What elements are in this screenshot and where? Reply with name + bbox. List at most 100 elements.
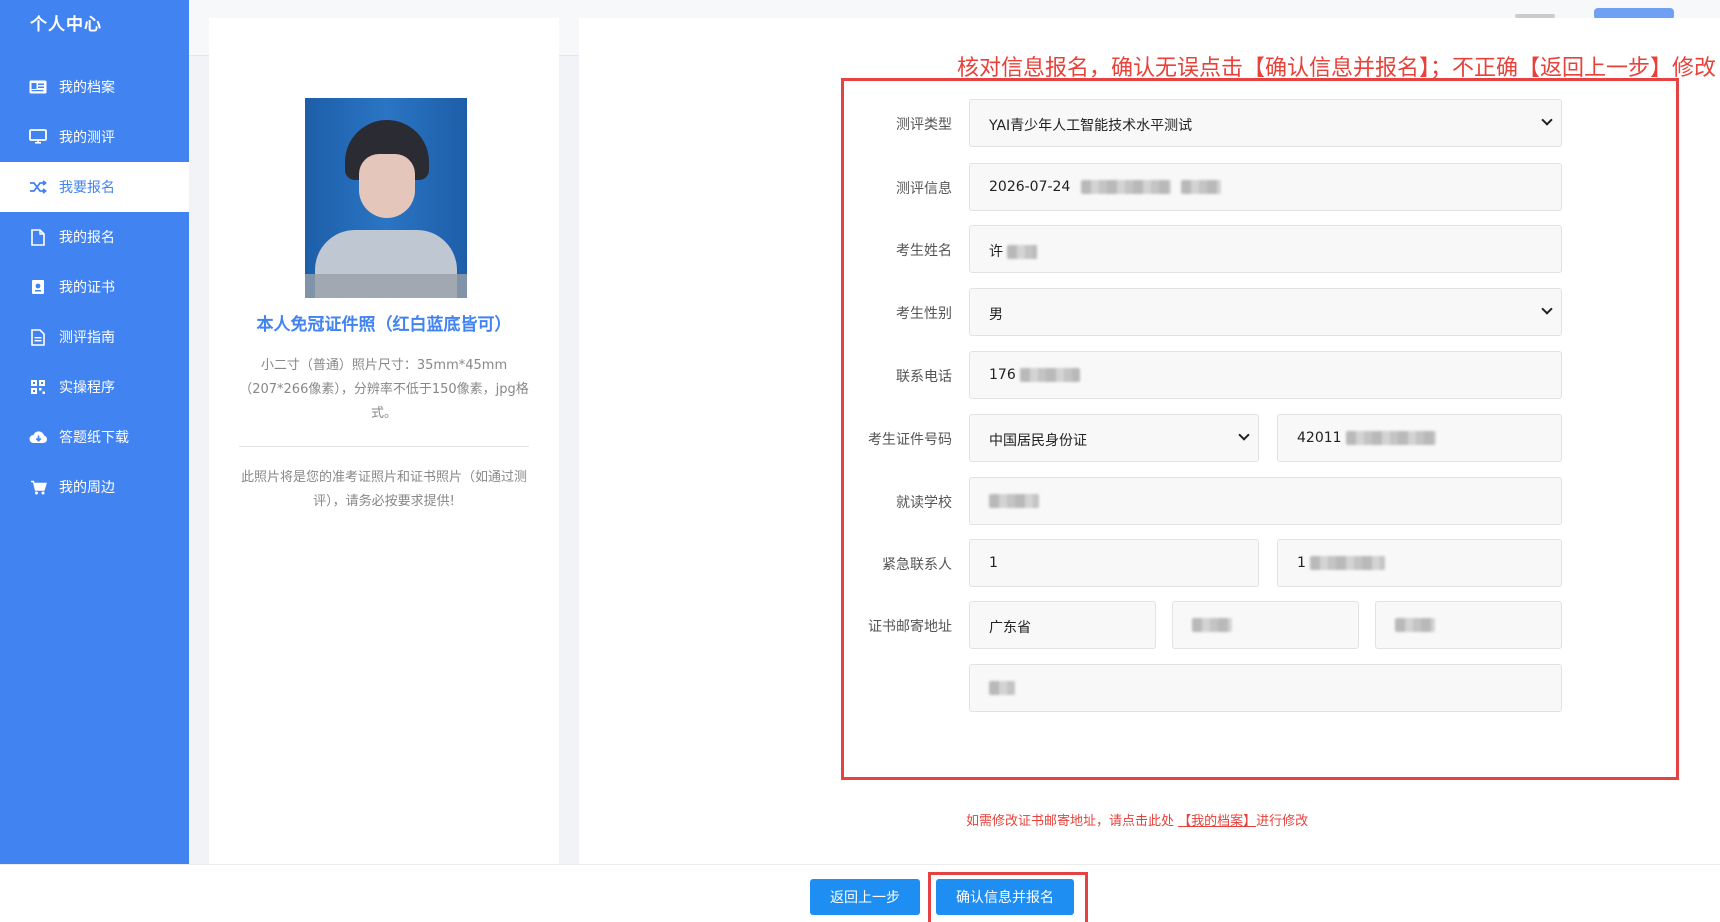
field-label: 就读学校: [896, 495, 952, 511]
field-label: 测评类型: [896, 117, 952, 133]
redacted-text: [1395, 618, 1435, 632]
field-label: 测评信息: [896, 181, 952, 197]
redacted-text: [1020, 368, 1081, 382]
sidebar-item-label: 实操程序: [59, 380, 115, 396]
emergency-name-value: 1: [989, 555, 998, 571]
form-row-assessment-info: 测评信息 2026-07-24: [844, 163, 1676, 211]
sidebar-item-label: 我的证书: [59, 280, 115, 296]
form-row-school: 就读学校: [844, 477, 1676, 525]
sidebar-item-my-certificate[interactable]: 我的证书: [0, 262, 189, 312]
sidebar-item-practice-program[interactable]: 实操程序: [0, 362, 189, 412]
address-detail-field[interactable]: [969, 664, 1562, 712]
cloud-download-icon: [28, 427, 48, 447]
redacted-text: [989, 494, 1039, 508]
photo-title: 本人免冠证件照（红白蓝底皆可）: [256, 315, 512, 335]
redacted-text: [1007, 245, 1038, 259]
hint-prefix: 如需修改证书邮寄地址，请点击此处: [966, 814, 1179, 829]
province-value: 广东省: [989, 620, 1031, 636]
sidebar-item-answer-sheet-download[interactable]: 答题纸下载: [0, 412, 189, 462]
field-label: 联系电话: [896, 369, 952, 385]
form-row-address-detail: [844, 664, 1676, 712]
sidebar-item-my-assessment[interactable]: 我的测评: [0, 112, 189, 162]
form-row-address: 证书邮寄地址 广东省: [844, 601, 1676, 649]
photo-bottom: [305, 274, 467, 298]
redacted-text: [1192, 618, 1232, 632]
district-field[interactable]: [1375, 601, 1562, 649]
chevron-down-icon: [1238, 429, 1250, 441]
photo-description: 小二寸（普通）照片尺寸：35mm*45mm（207*266像素），分辨率不低于1…: [239, 358, 529, 421]
sidebar-item-label: 我要报名: [59, 180, 115, 196]
sidebar-item-label: 我的测评: [59, 130, 115, 146]
form-row-gender: 考生性别 男: [844, 288, 1676, 336]
sidebar-item-label: 答题纸下载: [59, 430, 129, 446]
sidebar-item-label: 我的周边: [59, 480, 115, 496]
assessment-info-value: 2026-07-24: [989, 179, 1071, 195]
photo-face: [359, 154, 415, 218]
grid-icon: [28, 377, 48, 397]
address-edit-hint: 如需修改证书邮寄地址，请点击此处 【我的档案】进行修改: [966, 810, 1308, 829]
assessment-type-select[interactable]: YAI青少年人工智能技术水平测试: [969, 99, 1562, 147]
gender-value: 男: [989, 307, 1003, 323]
shuffle-icon: [28, 177, 48, 197]
field-label: 证书邮寄地址: [868, 619, 952, 635]
my-profile-link[interactable]: 【我的档案】: [1178, 814, 1256, 829]
certificate-icon: [28, 277, 48, 297]
emergency-contact-phone-field[interactable]: 1: [1277, 539, 1562, 587]
guide-icon: [28, 327, 48, 347]
cart-icon: [28, 477, 48, 497]
name-value: 许: [989, 244, 1003, 260]
assessment-type-value: YAI青少年人工智能技术水平测试: [989, 118, 1193, 134]
sidebar-item-label: 我的报名: [59, 230, 115, 246]
divider: [239, 446, 529, 447]
form-row-phone: 联系电话 176: [844, 351, 1676, 399]
sidebar-item-guide[interactable]: 测评指南: [0, 312, 189, 362]
id-number-field[interactable]: 42011: [1277, 414, 1562, 462]
assessment-info-field[interactable]: 2026-07-24: [969, 163, 1562, 211]
chevron-down-icon: [1541, 303, 1553, 315]
document-icon: [28, 227, 48, 247]
field-label: 紧急联系人: [882, 557, 952, 573]
sidebar-item-merchandise[interactable]: 我的周边: [0, 462, 189, 512]
confirm-register-button[interactable]: 确认信息并报名: [936, 879, 1074, 915]
photo-note: 此照片将是您的准考证照片和证书照片（如通过测评），请务必按要求提供!: [240, 470, 527, 509]
phone-value: 176: [989, 367, 1016, 383]
field-label: 考生性别: [896, 306, 952, 322]
redacted-text: [1181, 180, 1222, 194]
sidebar-item-my-registration[interactable]: 我的报名: [0, 212, 189, 262]
id-type-value: 中国居民身份证: [989, 433, 1087, 449]
back-button[interactable]: 返回上一步: [810, 879, 920, 915]
phone-field[interactable]: 176: [969, 351, 1562, 399]
photo-card: 本人免冠证件照（红白蓝底皆可） 小二寸（普通）照片尺寸：35mm*45mm（20…: [209, 18, 559, 864]
redacted-text: [989, 681, 1015, 695]
id-card-icon: [28, 77, 48, 97]
monitor-icon: [28, 127, 48, 147]
redacted-text: [1080, 180, 1171, 194]
form-row-assessment-type: 测评类型 YAI青少年人工智能技术水平测试: [844, 99, 1676, 147]
sidebar-item-label: 我的档案: [59, 80, 115, 96]
sidebar-item-my-profile[interactable]: 我的档案: [0, 62, 189, 112]
form-row-emergency: 紧急联系人 1 1: [844, 539, 1676, 587]
id-type-select[interactable]: 中国居民身份证: [969, 414, 1259, 462]
gender-select[interactable]: 男: [969, 288, 1562, 336]
id-number-value: 42011: [1297, 430, 1342, 446]
emergency-contact-name-field[interactable]: 1: [969, 539, 1259, 587]
emergency-phone-value: 1: [1297, 555, 1306, 571]
sidebar-item-label: 测评指南: [59, 330, 115, 346]
chevron-down-icon: [1541, 114, 1553, 126]
sidebar: 个人中心 我的档案 我的测评 我要报名 我的报名 我的证书 测评指南 实操程序 …: [0, 0, 189, 864]
sidebar-title: 个人中心: [30, 15, 102, 35]
school-field[interactable]: [969, 477, 1562, 525]
sidebar-nav: 我的档案 我的测评 我要报名 我的报名 我的证书 测评指南 实操程序 答题纸下载…: [0, 62, 189, 512]
registration-form: 测评类型 YAI青少年人工智能技术水平测试 测评信息 2026-07-24 考生…: [841, 78, 1679, 780]
sidebar-item-register[interactable]: 我要报名: [0, 162, 189, 212]
id-photo[interactable]: [305, 98, 467, 298]
redacted-text: [1310, 556, 1386, 570]
field-label: 考生证件号码: [868, 432, 952, 448]
name-field[interactable]: 许: [969, 225, 1562, 273]
province-field[interactable]: 广东省: [969, 601, 1156, 649]
field-label: 考生姓名: [896, 243, 952, 259]
city-field[interactable]: [1172, 601, 1359, 649]
form-row-name: 考生姓名 许: [844, 225, 1676, 273]
form-row-id: 考生证件号码 中国居民身份证 42011: [844, 414, 1676, 462]
hint-suffix: 进行修改: [1256, 814, 1309, 829]
